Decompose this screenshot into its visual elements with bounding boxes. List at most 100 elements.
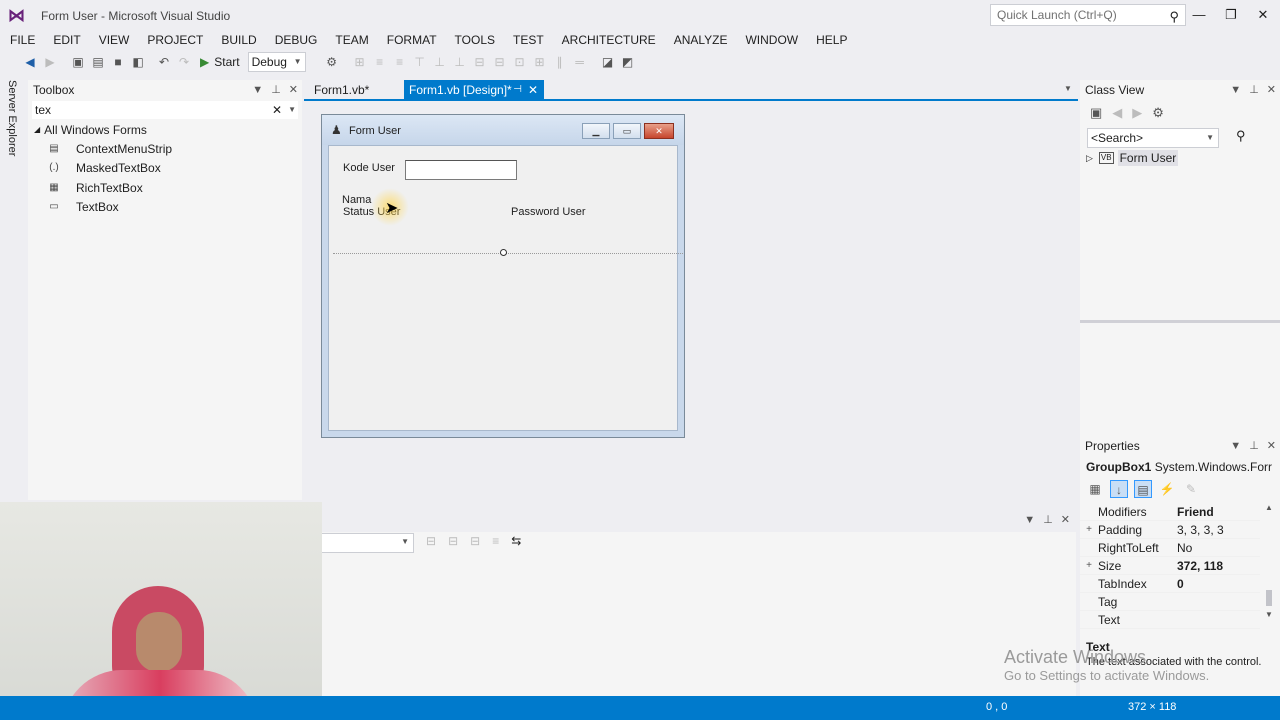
settings-gear-icon[interactable]: ⚙ [1152,105,1164,121]
menu-view[interactable]: VIEW [89,32,138,48]
menu-architecture[interactable]: ARCHITECTURE [552,32,664,48]
expand-plus-icon[interactable]: + [1080,560,1098,571]
pin-icon[interactable]: ⊥ [1249,436,1259,456]
alphabetical-icon[interactable]: ↓ [1110,480,1128,498]
properties-icon[interactable]: ▤ [1134,480,1152,498]
align-rights-icon[interactable]: ≡ [392,55,408,69]
tool-icon[interactable]: ⊟ [448,534,458,548]
property-value[interactable]: 3, 3, 3, 3 [1176,523,1260,537]
open-file-icon[interactable]: ▤ [90,55,106,69]
menu-tools[interactable]: TOOLS [445,32,503,48]
expand-plus-icon[interactable]: + [1080,524,1098,535]
search-icon[interactable]: ⚲ [1236,128,1246,144]
menu-format[interactable]: FORMAT [377,32,445,48]
window-position-icon[interactable]: ▼ [1230,436,1241,456]
pin-icon[interactable]: ⊣ [513,80,522,100]
new-folder-icon[interactable]: ▣ [1090,105,1102,121]
vertical-spacing-icon[interactable]: ═ [572,55,588,69]
minimize-button[interactable]: — [1186,4,1212,26]
save-icon[interactable]: ■ [110,55,126,69]
property-grid-scrollbar[interactable]: ▲ ▼ [1263,503,1275,629]
window-position-icon[interactable]: ▼ [1230,80,1241,100]
undo-icon[interactable]: ↶ [156,55,172,69]
close-icon[interactable]: ✕ [1267,436,1276,456]
horizontal-spacing-icon[interactable]: ∥ [552,55,568,69]
close-tab-icon[interactable]: ✕ [528,80,538,100]
property-row-size[interactable]: + Size 372, 118 [1080,557,1260,575]
chevron-down-icon[interactable]: ▼ [288,101,296,119]
close-icon[interactable]: ✕ [1267,80,1276,100]
menu-window[interactable]: WINDOW [735,32,806,48]
tool-icon[interactable]: ⇆ [511,534,521,548]
make-same-width-icon[interactable]: ⊟ [472,55,488,69]
menu-team[interactable]: TEAM [325,32,376,48]
tool-icon[interactable]: ≡ [492,534,499,548]
label-nama[interactable]: Nama [342,194,371,206]
close-icon[interactable]: ✕ [289,80,298,100]
menu-edit[interactable]: EDIT [43,32,88,48]
align-bottoms-icon[interactable]: ⊥ [452,55,468,69]
properties-object-selector[interactable]: GroupBox1 System.Windows.Forr [1086,458,1274,476]
new-project-icon[interactable]: ▣ [70,55,86,69]
property-value[interactable]: 0 [1176,577,1260,591]
align-tops-icon[interactable]: ⊤ [412,55,428,69]
toolbox-search-input[interactable]: tex ✕ ▼ [32,101,298,119]
menu-analyze[interactable]: ANALYZE [664,32,736,48]
size-to-grid-icon[interactable]: ⊞ [532,55,548,69]
resize-handle[interactable] [500,249,507,256]
label-kode-user[interactable]: Kode User [343,162,395,174]
property-value[interactable]: No [1176,541,1260,555]
quick-launch-input[interactable]: Quick Launch (Ctrl+Q) ⚲ [990,4,1186,26]
toolbox-item-maskedtextbox[interactable]: (.) MaskedTextBox [46,158,160,178]
menu-help[interactable]: HELP [806,32,855,48]
property-pages-wrench-icon[interactable]: ✎ [1182,480,1200,498]
tab-form1-vb[interactable]: Form1.vb* [308,81,375,99]
property-row-tag[interactable]: Tag [1080,593,1260,611]
pin-icon[interactable]: ⊥ [271,80,281,100]
redo-icon[interactable]: ↷ [176,55,192,69]
save-all-icon[interactable]: ◧ [130,55,146,69]
restore-button[interactable]: ❐ [1218,4,1244,26]
pin-icon[interactable]: ⊥ [1249,80,1259,100]
back-icon[interactable]: ◀ [1112,105,1122,121]
align-lefts-icon[interactable]: ⊞ [352,55,368,69]
server-explorer-tab[interactable]: Server Explorer [6,80,22,160]
make-same-size-icon[interactable]: ⊡ [512,55,528,69]
kode-user-textbox[interactable] [405,160,517,180]
align-middles-icon[interactable]: ⊥ [432,55,448,69]
form-client-area[interactable]: Kode User Nama Status User Password User… [328,145,683,431]
make-same-height-icon[interactable]: ⊟ [492,55,508,69]
expand-triangle-icon[interactable]: ▷ [1086,150,1093,166]
scroll-thumb[interactable] [1266,590,1272,606]
start-button[interactable]: ▶ Start [200,55,240,69]
pin-icon[interactable]: ⊥ [1043,510,1053,530]
menu-debug[interactable]: DEBUG [265,32,326,48]
form-user-window[interactable]: ♟ Form User ▁ ▭ ✕ Kode User Nama Status … [321,114,685,438]
tool-icon[interactable]: ⊟ [470,534,480,548]
property-row-modifiers[interactable]: Modifiers Friend [1080,503,1260,521]
send-to-back-icon[interactable]: ◩ [620,55,636,69]
property-row-padding[interactable]: + Padding 3, 3, 3, 3 [1080,521,1260,539]
close-button[interactable]: ✕ [1250,4,1276,26]
window-position-icon[interactable]: ▼ [1024,510,1035,530]
property-value[interactable]: Friend [1176,505,1260,519]
navigate-back-icon[interactable]: ◀ [22,55,38,69]
clear-search-icon[interactable]: ✕ [272,101,282,119]
property-row-text[interactable]: Text [1080,611,1260,629]
menu-build[interactable]: BUILD [211,32,264,48]
align-centers-icon[interactable]: ≡ [372,55,388,69]
menu-file[interactable]: FILE [0,32,43,48]
form-designer-surface[interactable]: ♟ Form User ▁ ▭ ✕ Kode User Nama Status … [304,101,1078,501]
menu-project[interactable]: PROJECT [137,32,211,48]
panel-splitter[interactable] [1080,320,1280,323]
property-value[interactable]: 372, 118 [1176,559,1260,573]
bring-to-front-icon[interactable]: ◪ [600,55,616,69]
bottom-panel-select[interactable]: ▼ [320,533,414,553]
label-password-user[interactable]: Password User [511,206,586,218]
scroll-down-icon[interactable]: ▼ [1263,610,1275,619]
class-view-search-input[interactable]: <Search> ▼ [1087,128,1219,148]
toolbox-item-textbox[interactable]: ▭ TextBox [46,197,118,217]
property-row-righttoleft[interactable]: RightToLeft No [1080,539,1260,557]
navigate-forward-icon[interactable]: ▶ [42,55,58,69]
forward-icon[interactable]: ▶ [1132,105,1142,121]
